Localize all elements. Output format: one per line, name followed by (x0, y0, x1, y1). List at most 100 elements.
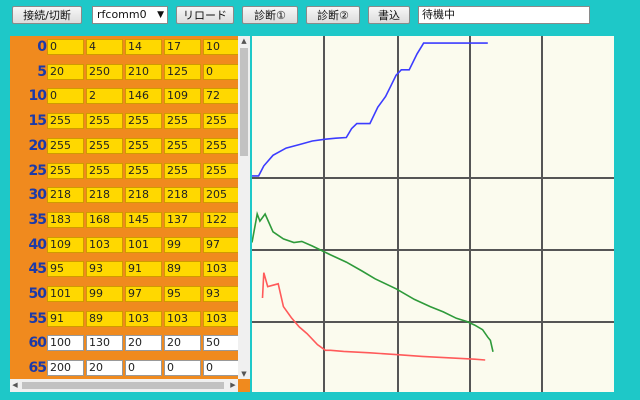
table-cell-input[interactable]: 10 (203, 39, 240, 55)
table-row: 20 255 255 255 255 255 (10, 136, 246, 156)
table-cell-input[interactable]: 101 (47, 286, 84, 302)
table-cell-input[interactable]: 0 (203, 360, 240, 377)
table-row: 25 255 255 255 255 255 (10, 161, 246, 181)
table-cell-input[interactable]: 72 (203, 88, 240, 105)
table-cell-input[interactable]: 255 (203, 113, 240, 130)
chart-background (252, 36, 614, 392)
table-cell-input[interactable]: 50 (203, 335, 240, 352)
table-cell-input[interactable]: 103 (203, 310, 240, 327)
table-cell-input[interactable]: 183 (47, 211, 84, 228)
table-cell-input[interactable]: 95 (47, 261, 84, 278)
table-cell-input[interactable]: 250 (86, 63, 123, 80)
scroll-down-icon[interactable]: ▼ (238, 369, 250, 379)
table-cell-input[interactable]: 95 (164, 286, 201, 302)
table-cell-input[interactable]: 91 (125, 261, 162, 278)
table-cell-input[interactable]: 255 (47, 162, 84, 179)
table-cell-input[interactable]: 218 (86, 187, 123, 204)
table-row: 10 0 2 146 109 72 (10, 86, 246, 106)
diagnosis-1-button[interactable]: 診断① (242, 6, 298, 24)
table-cell-input[interactable]: 255 (47, 113, 84, 130)
horizontal-scroll-thumb[interactable] (22, 382, 224, 389)
table-cell-input[interactable]: 255 (86, 162, 123, 179)
table-cell-input[interactable]: 93 (86, 261, 123, 278)
row-index-label: 20 (28, 137, 47, 154)
connect-disconnect-button[interactable]: 接続/切断 (12, 6, 82, 24)
row-index-label: 30 (28, 187, 47, 204)
table-cell-input[interactable]: 4 (86, 39, 123, 55)
table-cell-input[interactable]: 137 (164, 211, 201, 228)
table-cell-input[interactable]: 20 (164, 335, 201, 352)
table-cell-input[interactable]: 109 (47, 236, 84, 253)
port-select[interactable]: rfcomm0 ▼ (92, 6, 168, 24)
table-cell-input[interactable]: 97 (203, 236, 240, 253)
table-cell-input[interactable]: 122 (203, 211, 240, 228)
reload-button[interactable]: リロード (176, 6, 234, 24)
table-cell-input[interactable]: 255 (86, 113, 123, 130)
scroll-up-icon[interactable]: ▲ (238, 36, 250, 46)
table-cell-input[interactable]: 218 (47, 187, 84, 204)
table-row: 15 255 255 255 255 255 (10, 111, 246, 131)
table-cell-input[interactable]: 14 (125, 39, 162, 55)
table-cell-input[interactable]: 218 (164, 187, 201, 204)
row-index-label: 45 (28, 261, 47, 278)
table-cell-input[interactable]: 0 (47, 88, 84, 105)
table-row: 55 91 89 103 103 103 (10, 309, 246, 329)
table-cell-input[interactable]: 103 (86, 236, 123, 253)
table-cell-input[interactable]: 255 (86, 137, 123, 154)
table-cell-input[interactable]: 255 (164, 162, 201, 179)
toolbar: 接続/切断 rfcomm0 ▼ リロード 診断① 診断② 書込 待機中 (0, 0, 640, 30)
vertical-scrollbar[interactable]: ▲ ▼ (238, 36, 250, 379)
table-cell-input[interactable]: 255 (125, 162, 162, 179)
table-cell-input[interactable]: 99 (86, 286, 123, 302)
table-cell-input[interactable]: 89 (164, 261, 201, 278)
table-cell-input[interactable]: 17 (164, 39, 201, 55)
table-cell-input[interactable]: 0 (164, 360, 201, 377)
table-cell-input[interactable]: 103 (203, 261, 240, 278)
table-cell-input[interactable]: 255 (164, 113, 201, 130)
chevron-down-icon: ▼ (157, 10, 164, 20)
scroll-left-icon[interactable]: ◀ (10, 379, 20, 392)
table-cell-input[interactable]: 109 (164, 88, 201, 105)
table-cell-input[interactable]: 0 (203, 63, 240, 80)
horizontal-scrollbar[interactable]: ◀ ▶ (10, 379, 238, 392)
table-cell-input[interactable]: 20 (47, 63, 84, 80)
table-cell-input[interactable]: 200 (47, 360, 84, 377)
table-cell-input[interactable]: 255 (164, 137, 201, 154)
table-row: 40 109 103 101 99 97 (10, 235, 246, 255)
table-cell-input[interactable]: 255 (47, 137, 84, 154)
chart-canvas (251, 36, 614, 392)
table-cell-input[interactable]: 210 (125, 63, 162, 80)
table-cell-input[interactable]: 255 (203, 162, 240, 179)
table-cell-input[interactable]: 103 (125, 310, 162, 327)
vertical-scroll-thumb[interactable] (240, 48, 248, 156)
table-cell-input[interactable]: 89 (86, 310, 123, 327)
table-cell-input[interactable]: 255 (125, 137, 162, 154)
table-row: 35 183 168 145 137 122 (10, 210, 246, 230)
table-cell-input[interactable]: 130 (86, 335, 123, 352)
table-cell-input[interactable]: 255 (203, 137, 240, 154)
table-cell-input[interactable]: 125 (164, 63, 201, 80)
scroll-right-icon[interactable]: ▶ (228, 379, 238, 392)
table-cell-input[interactable]: 101 (125, 236, 162, 253)
table-cell-input[interactable]: 0 (125, 360, 162, 377)
table-cell-input[interactable]: 91 (47, 310, 84, 327)
table-cell-input[interactable]: 2 (86, 88, 123, 105)
table-cell-input[interactable]: 20 (86, 360, 123, 377)
table-cell-input[interactable]: 97 (125, 286, 162, 302)
write-button[interactable]: 書込 (368, 6, 410, 24)
table-cell-input[interactable]: 100 (47, 335, 84, 352)
table-cell-input[interactable]: 103 (164, 310, 201, 327)
table-cell-input[interactable]: 218 (125, 187, 162, 204)
row-index-label: 15 (28, 113, 47, 130)
table-cell-input[interactable]: 93 (203, 286, 240, 302)
table-cell-input[interactable]: 255 (125, 113, 162, 130)
table-cell-input[interactable]: 205 (203, 187, 240, 204)
table-cell-input[interactable]: 168 (86, 211, 123, 228)
table-cell-input[interactable]: 145 (125, 211, 162, 228)
diagnosis-2-button[interactable]: 診断② (306, 6, 360, 24)
table-row: 45 95 93 91 89 103 (10, 259, 246, 279)
table-cell-input[interactable]: 0 (47, 39, 84, 55)
table-cell-input[interactable]: 20 (125, 335, 162, 352)
table-cell-input[interactable]: 146 (125, 88, 162, 105)
table-cell-input[interactable]: 99 (164, 236, 201, 253)
